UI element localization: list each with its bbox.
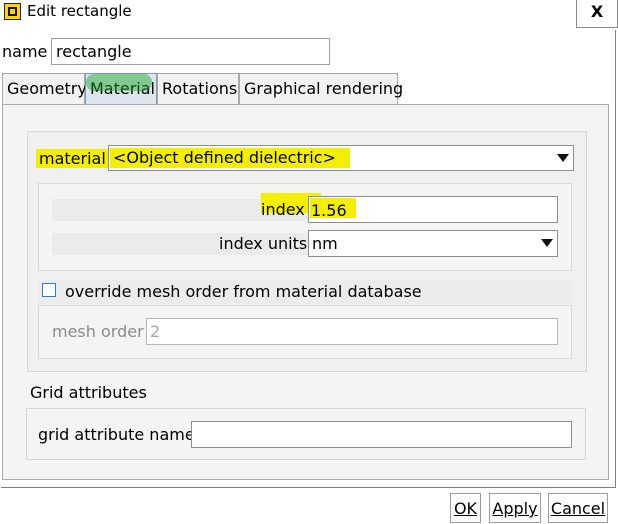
tab-highlight-overlay bbox=[86, 74, 152, 91]
material-label: material bbox=[36, 149, 109, 168]
index-units-value: nm bbox=[312, 234, 338, 253]
index-units-label: index units bbox=[219, 234, 308, 253]
ok-button[interactable]: OK bbox=[450, 493, 481, 523]
override-label: override mesh order from material databa… bbox=[65, 282, 422, 301]
chevron-down-icon[interactable] bbox=[541, 239, 553, 247]
name-input[interactable] bbox=[51, 38, 330, 65]
tab-rotations[interactable]: Rotations bbox=[157, 73, 239, 104]
name-label: name bbox=[2, 42, 48, 61]
cancel-button[interactable]: Cancel bbox=[548, 493, 608, 523]
chevron-down-icon[interactable] bbox=[557, 154, 569, 162]
grid-attributes-title: Grid attributes bbox=[30, 383, 147, 402]
grid-attribute-name-label: grid attribute name bbox=[38, 425, 195, 444]
app-icon bbox=[4, 3, 21, 20]
material-selected-value: <Object defined dielectric> bbox=[110, 148, 350, 168]
apply-button[interactable]: Apply bbox=[489, 493, 541, 523]
index-value: 1.56 bbox=[311, 201, 347, 220]
override-checkbox[interactable] bbox=[42, 283, 56, 297]
tab-graphical-rendering[interactable]: Graphical rendering bbox=[239, 73, 403, 104]
grid-attribute-name-input[interactable] bbox=[191, 421, 572, 448]
mesh-order-label: mesh order bbox=[52, 322, 144, 341]
index-units-select[interactable] bbox=[308, 230, 558, 257]
window-title: Edit rectangle bbox=[27, 2, 132, 20]
index-label: index bbox=[261, 200, 305, 219]
mesh-order-input bbox=[146, 318, 558, 345]
ok-button-label: OK bbox=[453, 499, 478, 518]
cancel-button-label: Cancel bbox=[550, 499, 606, 518]
apply-button-label: Apply bbox=[492, 499, 538, 518]
mesh-order-value: 2 bbox=[150, 322, 161, 341]
tab-geometry[interactable]: Geometry bbox=[2, 73, 87, 104]
close-button[interactable]: X bbox=[576, 0, 618, 28]
